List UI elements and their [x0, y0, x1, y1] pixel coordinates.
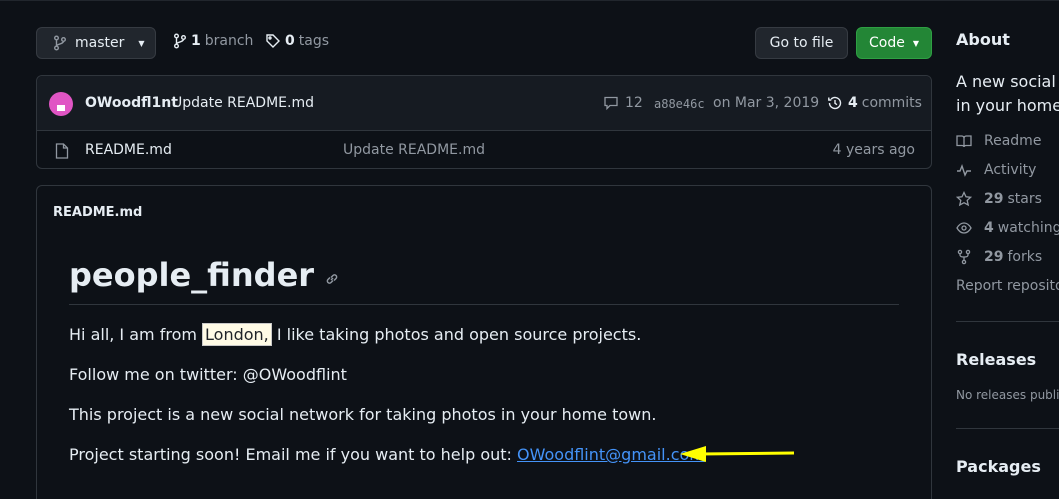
heading-divider: [69, 304, 899, 305]
git-branch-icon: [174, 33, 186, 49]
stars-count: 29: [984, 191, 1004, 207]
annotation-arrow: [680, 446, 795, 462]
sidebar-divider: [956, 428, 1059, 429]
comment-count: 12: [625, 95, 643, 111]
star-icon: [956, 191, 972, 207]
commit-sha[interactable]: a88e46c: [654, 97, 705, 111]
go-to-file-button[interactable]: Go to file: [755, 27, 848, 59]
readme-heading-text: people_finder: [69, 256, 315, 294]
tag-label: tags: [298, 33, 329, 49]
chevron-down-icon: ▼: [138, 38, 145, 48]
fork-icon: [957, 249, 971, 265]
file-name[interactable]: README.md: [85, 142, 172, 158]
readme-paragraph-2: Follow me on twitter: @OWoodflint: [69, 365, 347, 384]
chevron-down-icon: ▼: [912, 38, 919, 48]
forks-count: 29: [984, 249, 1004, 265]
watching-count: 4: [984, 220, 994, 236]
highlighted-text: London,: [202, 323, 272, 346]
file-listing: OWoodfl1nt Update README.md 12 a88e46c o…: [36, 75, 932, 169]
link-icon[interactable]: [324, 271, 340, 287]
watching-label: watching: [997, 220, 1059, 236]
history-icon: [828, 96, 842, 110]
commit-label: commits: [861, 95, 922, 111]
comment-icon: [604, 96, 618, 111]
file-icon: [55, 143, 69, 159]
description-line: in your home: [956, 96, 1059, 115]
file-commit-message[interactable]: Update README.md: [343, 142, 485, 158]
readme-paragraph-1: Hi all, I am from London, I like taking …: [69, 323, 642, 346]
readme-link-label: Readme: [984, 133, 1042, 149]
branches-link[interactable]: 1 branch: [173, 33, 253, 49]
stars-link[interactable]: 29 stars: [956, 191, 1042, 207]
comments-link[interactable]: 12: [603, 95, 643, 111]
commits-history-link[interactable]: 4 commits: [827, 95, 922, 111]
stars-label: stars: [1007, 191, 1042, 207]
sidebar-divider: [956, 321, 1059, 322]
activity-link[interactable]: Activity: [956, 162, 1036, 178]
tag-icon: [266, 34, 280, 48]
table-row[interactable]: README.md Update README.md 4 years ago: [37, 131, 931, 169]
description-line: A new social n: [956, 72, 1059, 91]
no-releases-text: No releases publis: [956, 388, 1059, 402]
releases-title[interactable]: Releases: [956, 350, 1036, 369]
repo-description: A new social n in your home: [956, 70, 1059, 118]
commit-date: on Mar 3, 2019: [713, 95, 820, 111]
activity-label: Activity: [984, 162, 1037, 178]
forks-link[interactable]: 29 forks: [956, 249, 1042, 265]
commit-message[interactable]: Update README.md: [172, 95, 314, 111]
paragraph-text: Project starting soon! Email me if you w…: [69, 445, 518, 464]
forks-label: forks: [1007, 249, 1043, 265]
git-branch-icon: [54, 35, 66, 51]
commit-author[interactable]: OWoodfl1nt: [85, 95, 178, 111]
pulse-icon: [957, 163, 971, 177]
paragraph-text: I like taking photos and open source pro…: [271, 325, 642, 344]
readme-paragraph-4: Project starting soon! Email me if you w…: [69, 445, 705, 464]
branch-count: 1: [191, 33, 201, 49]
branch-select-button[interactable]: master ▼: [36, 27, 156, 59]
file-age: 4 years ago: [832, 142, 915, 158]
tags-link[interactable]: 0 tags: [265, 33, 329, 49]
report-repository-link[interactable]: Report reposito: [956, 278, 1059, 294]
code-button[interactable]: Code ▼: [856, 27, 932, 59]
email-link[interactable]: OWoodflint@gmail.com: [517, 445, 705, 464]
readme-link[interactable]: Readme: [956, 133, 1041, 149]
latest-commit-bar: OWoodfl1nt Update README.md 12 a88e46c o…: [37, 76, 931, 131]
watching-link[interactable]: 4 watching: [956, 220, 1059, 236]
readme-paragraph-3: This project is a new social network for…: [69, 405, 657, 424]
tag-count: 0: [285, 33, 295, 49]
packages-title[interactable]: Packages: [956, 457, 1041, 476]
avatar[interactable]: [49, 92, 73, 116]
about-title: About: [956, 30, 1010, 49]
readme-title: people_finder: [69, 256, 340, 294]
branch-name: master: [75, 35, 125, 51]
top-divider: [0, 0, 1059, 1]
paragraph-text: Hi all, I am from: [69, 325, 203, 344]
book-icon: [956, 135, 972, 148]
code-button-label: Code: [869, 35, 905, 51]
commit-count: 4: [848, 95, 858, 111]
branch-label: branch: [204, 33, 254, 49]
eye-icon: [956, 222, 972, 234]
readme-header: README.md: [53, 205, 143, 220]
about-sidebar: About A new social n in your home Readme…: [956, 0, 1059, 499]
